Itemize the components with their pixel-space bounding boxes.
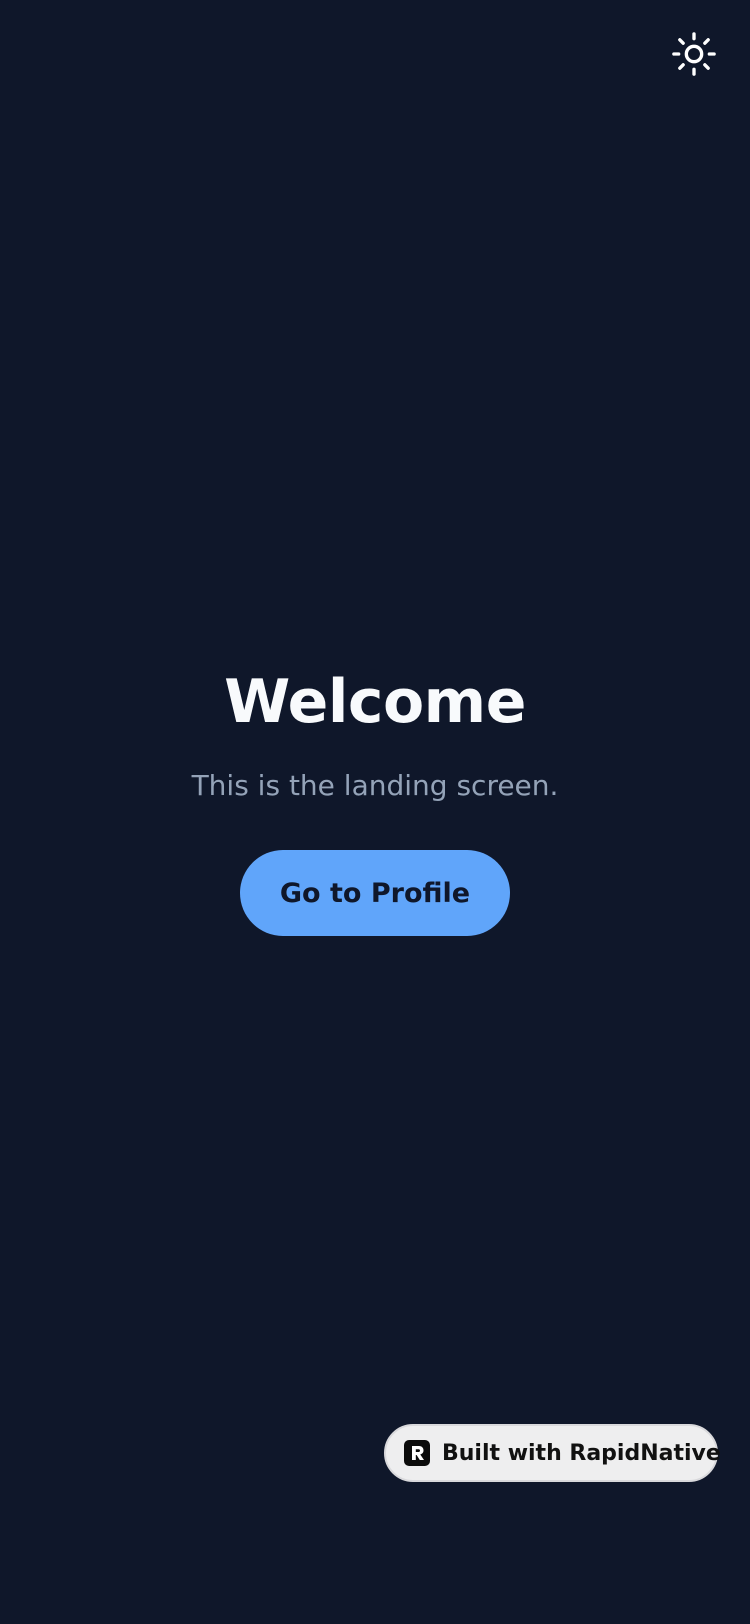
theme-toggle-button[interactable] bbox=[670, 32, 718, 80]
rapidnative-logo-icon bbox=[404, 1440, 430, 1466]
page-subtitle: This is the landing screen. bbox=[191, 769, 559, 802]
page-title: Welcome bbox=[224, 667, 526, 737]
badge-label: Built with RapidNative bbox=[442, 1440, 721, 1466]
built-with-badge[interactable]: Built with RapidNative bbox=[384, 1424, 721, 1482]
go-to-profile-button[interactable]: Go to Profile bbox=[240, 850, 510, 936]
landing-content: Welcome This is the landing screen. Go t… bbox=[0, 660, 750, 936]
sun-icon bbox=[671, 31, 717, 81]
